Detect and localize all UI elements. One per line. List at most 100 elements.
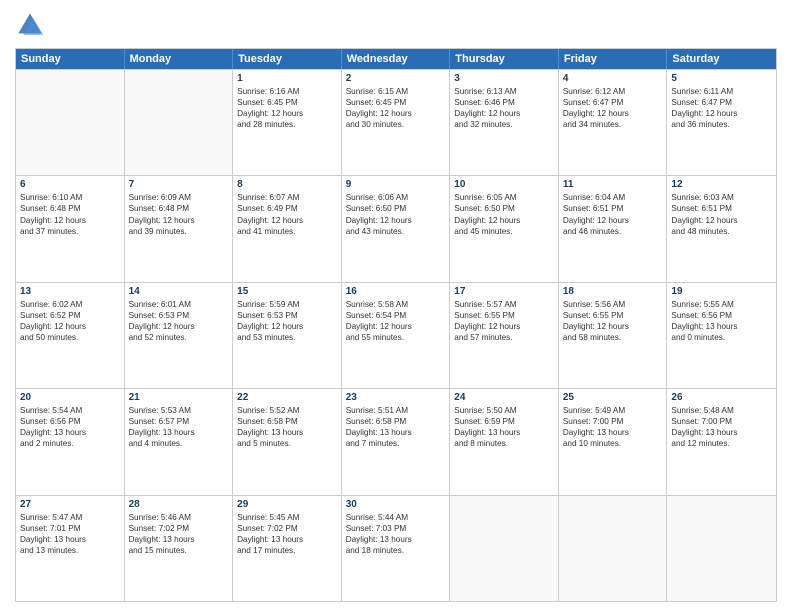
cell-line: and 37 minutes. bbox=[20, 226, 120, 237]
cell-line: Sunrise: 6:04 AM bbox=[563, 192, 663, 203]
cell-line: Daylight: 12 hours bbox=[346, 108, 446, 119]
day-number: 17 bbox=[454, 286, 554, 297]
calendar-row-2: 6Sunrise: 6:10 AMSunset: 6:48 PMDaylight… bbox=[16, 175, 776, 281]
day-cell-27: 27Sunrise: 5:47 AMSunset: 7:01 PMDayligh… bbox=[16, 496, 125, 601]
cell-line: and 48 minutes. bbox=[671, 226, 772, 237]
calendar-row-3: 13Sunrise: 6:02 AMSunset: 6:52 PMDayligh… bbox=[16, 282, 776, 388]
cell-line: and 41 minutes. bbox=[237, 226, 337, 237]
cell-line: and 4 minutes. bbox=[129, 438, 229, 449]
cell-line: Daylight: 13 hours bbox=[20, 427, 120, 438]
cell-line: Daylight: 12 hours bbox=[671, 108, 772, 119]
cell-line: Sunset: 6:51 PM bbox=[563, 203, 663, 214]
cell-line: Sunrise: 5:58 AM bbox=[346, 299, 446, 310]
cell-line: Daylight: 13 hours bbox=[454, 427, 554, 438]
cell-line: Daylight: 12 hours bbox=[454, 321, 554, 332]
day-cell-17: 17Sunrise: 5:57 AMSunset: 6:55 PMDayligh… bbox=[450, 283, 559, 388]
cell-line: Sunrise: 6:12 AM bbox=[563, 86, 663, 97]
cell-line: Daylight: 13 hours bbox=[237, 427, 337, 438]
cell-line: Daylight: 12 hours bbox=[563, 215, 663, 226]
cell-line: Sunset: 7:02 PM bbox=[129, 523, 229, 534]
day-cell-29: 29Sunrise: 5:45 AMSunset: 7:02 PMDayligh… bbox=[233, 496, 342, 601]
cell-line: Daylight: 13 hours bbox=[129, 427, 229, 438]
day-number: 26 bbox=[671, 392, 772, 403]
cell-line: and 50 minutes. bbox=[20, 332, 120, 343]
cell-line: Sunset: 7:03 PM bbox=[346, 523, 446, 534]
day-number: 1 bbox=[237, 73, 337, 84]
cell-line: Daylight: 12 hours bbox=[129, 321, 229, 332]
cell-line: Sunrise: 5:53 AM bbox=[129, 405, 229, 416]
header-day-wednesday: Wednesday bbox=[342, 49, 451, 69]
cell-line: Sunset: 6:50 PM bbox=[346, 203, 446, 214]
cell-line: Sunset: 6:52 PM bbox=[20, 310, 120, 321]
cell-line: Sunset: 6:51 PM bbox=[671, 203, 772, 214]
cell-line: Sunrise: 6:03 AM bbox=[671, 192, 772, 203]
cell-line: and 5 minutes. bbox=[237, 438, 337, 449]
cell-line: and 32 minutes. bbox=[454, 119, 554, 130]
day-number: 6 bbox=[20, 179, 120, 190]
day-number: 13 bbox=[20, 286, 120, 297]
day-cell-19: 19Sunrise: 5:55 AMSunset: 6:56 PMDayligh… bbox=[667, 283, 776, 388]
cell-line: Sunset: 6:54 PM bbox=[346, 310, 446, 321]
cell-line: and 36 minutes. bbox=[671, 119, 772, 130]
day-number: 28 bbox=[129, 499, 229, 510]
day-number: 3 bbox=[454, 73, 554, 84]
day-cell-3: 3Sunrise: 6:13 AMSunset: 6:46 PMDaylight… bbox=[450, 70, 559, 175]
cell-line: Daylight: 12 hours bbox=[237, 108, 337, 119]
logo-icon bbox=[15, 10, 45, 40]
day-number: 20 bbox=[20, 392, 120, 403]
day-cell-26: 26Sunrise: 5:48 AMSunset: 7:00 PMDayligh… bbox=[667, 389, 776, 494]
day-cell-4: 4Sunrise: 6:12 AMSunset: 6:47 PMDaylight… bbox=[559, 70, 668, 175]
day-cell-8: 8Sunrise: 6:07 AMSunset: 6:49 PMDaylight… bbox=[233, 176, 342, 281]
cell-line: Sunrise: 6:07 AM bbox=[237, 192, 337, 203]
logo bbox=[15, 10, 49, 40]
cell-line: Sunrise: 6:01 AM bbox=[129, 299, 229, 310]
empty-cell bbox=[450, 496, 559, 601]
cell-line: Daylight: 12 hours bbox=[237, 215, 337, 226]
cell-line: Sunrise: 5:51 AM bbox=[346, 405, 446, 416]
cell-line: Sunrise: 5:57 AM bbox=[454, 299, 554, 310]
cell-line: and 13 minutes. bbox=[20, 545, 120, 556]
cell-line: Daylight: 12 hours bbox=[346, 215, 446, 226]
day-cell-30: 30Sunrise: 5:44 AMSunset: 7:03 PMDayligh… bbox=[342, 496, 451, 601]
day-cell-18: 18Sunrise: 5:56 AMSunset: 6:55 PMDayligh… bbox=[559, 283, 668, 388]
cell-line: Sunset: 6:53 PM bbox=[237, 310, 337, 321]
day-cell-9: 9Sunrise: 6:06 AMSunset: 6:50 PMDaylight… bbox=[342, 176, 451, 281]
cell-line: Daylight: 13 hours bbox=[671, 427, 772, 438]
day-number: 16 bbox=[346, 286, 446, 297]
cell-line: and 43 minutes. bbox=[346, 226, 446, 237]
cell-line: Sunrise: 5:47 AM bbox=[20, 512, 120, 523]
calendar-row-5: 27Sunrise: 5:47 AMSunset: 7:01 PMDayligh… bbox=[16, 495, 776, 601]
header-day-tuesday: Tuesday bbox=[233, 49, 342, 69]
day-cell-21: 21Sunrise: 5:53 AMSunset: 6:57 PMDayligh… bbox=[125, 389, 234, 494]
day-number: 24 bbox=[454, 392, 554, 403]
header bbox=[15, 10, 777, 40]
day-cell-7: 7Sunrise: 6:09 AMSunset: 6:48 PMDaylight… bbox=[125, 176, 234, 281]
cell-line: and 10 minutes. bbox=[563, 438, 663, 449]
cell-line: Daylight: 12 hours bbox=[454, 215, 554, 226]
day-number: 10 bbox=[454, 179, 554, 190]
day-number: 15 bbox=[237, 286, 337, 297]
cell-line: Sunset: 7:02 PM bbox=[237, 523, 337, 534]
empty-cell bbox=[667, 496, 776, 601]
empty-cell bbox=[559, 496, 668, 601]
cell-line: Sunset: 6:58 PM bbox=[237, 416, 337, 427]
cell-line: Sunset: 6:59 PM bbox=[454, 416, 554, 427]
day-number: 12 bbox=[671, 179, 772, 190]
cell-line: Sunrise: 6:05 AM bbox=[454, 192, 554, 203]
cell-line: Sunset: 6:50 PM bbox=[454, 203, 554, 214]
calendar: SundayMondayTuesdayWednesdayThursdayFrid… bbox=[15, 48, 777, 602]
cell-line: and 52 minutes. bbox=[129, 332, 229, 343]
cell-line: Daylight: 12 hours bbox=[129, 215, 229, 226]
cell-line: and 18 minutes. bbox=[346, 545, 446, 556]
day-cell-2: 2Sunrise: 6:15 AMSunset: 6:45 PMDaylight… bbox=[342, 70, 451, 175]
cell-line: Sunrise: 5:50 AM bbox=[454, 405, 554, 416]
cell-line: Daylight: 12 hours bbox=[671, 215, 772, 226]
cell-line: and 39 minutes. bbox=[129, 226, 229, 237]
cell-line: Daylight: 13 hours bbox=[346, 427, 446, 438]
cell-line: Sunset: 6:53 PM bbox=[129, 310, 229, 321]
page: SundayMondayTuesdayWednesdayThursdayFrid… bbox=[0, 0, 792, 612]
cell-line: and 0 minutes. bbox=[671, 332, 772, 343]
cell-line: and 53 minutes. bbox=[237, 332, 337, 343]
cell-line: Sunset: 6:46 PM bbox=[454, 97, 554, 108]
cell-line: Daylight: 13 hours bbox=[346, 534, 446, 545]
